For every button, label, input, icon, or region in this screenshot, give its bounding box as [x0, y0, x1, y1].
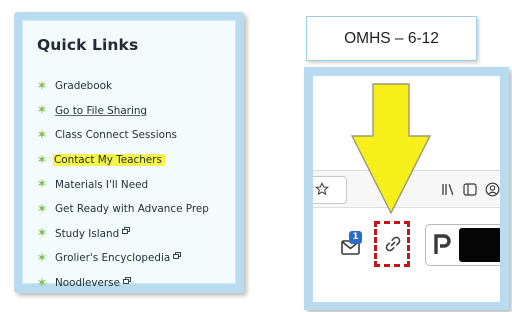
quick-link-item[interactable]: ✶ Go to File Sharing: [35, 99, 209, 124]
quick-link-label[interactable]: Materials I'll Need: [55, 179, 148, 191]
star-icon: ✶: [36, 275, 48, 291]
star-icon: ✶: [36, 177, 48, 193]
school-label-text: OMHS – 6-12: [344, 29, 439, 47]
browser-toolbar-screenshot: 1: [304, 67, 509, 310]
external-window-icon: [122, 227, 131, 235]
star-icon: ✶: [36, 250, 48, 266]
quick-link-item[interactable]: ✶ Get Ready with Advance Prep: [35, 197, 209, 222]
external-window-icon: [123, 276, 131, 284]
quick-links-list: ✶ Gradebook ✶ Go to File Sharing ✶ Class Conn…: [35, 74, 209, 295]
star-icon: ✶: [36, 226, 48, 242]
quick-link-label[interactable]: Class Connect Sessions: [55, 129, 177, 141]
quick-link-item[interactable]: ✶ Gradebook: [35, 74, 209, 99]
star-icon: ✶: [36, 103, 48, 119]
quick-link-item[interactable]: ✶ Study Island: [35, 222, 209, 247]
quick-link-label[interactable]: Grolier's Encyclopedia: [55, 252, 170, 264]
external-window-icon: [173, 252, 182, 259]
star-icon: ✶: [36, 78, 48, 94]
quick-link-label[interactable]: Study Island: [55, 228, 119, 240]
pointer-arrow-icon: [350, 83, 432, 215]
star-icon: ✶: [36, 152, 48, 168]
browser-toolbar-crop: 1: [313, 76, 500, 302]
quick-link-item[interactable]: ✶ Grolier's Encyclopedia: [35, 246, 209, 271]
star-icon: ✶: [36, 127, 48, 143]
school-label-box: OMHS – 6-12: [306, 16, 477, 61]
quick-link-label[interactable]: Gradebook: [55, 80, 112, 92]
quick-link-label[interactable]: Go to File Sharing: [55, 105, 147, 117]
quick-link-label[interactable]: Get Ready with Advance Prep: [55, 203, 209, 215]
quick-link-label[interactable]: Contact My Teachers: [53, 154, 165, 167]
quick-link-label[interactable]: Noodleverse: [55, 277, 120, 289]
quick-link-item[interactable]: ✶ Materials I'll Need: [35, 172, 209, 197]
star-icon: ✶: [36, 201, 48, 217]
quick-link-item[interactable]: ✶ Noodleverse: [35, 271, 209, 296]
quick-link-item[interactable]: ✶ Class Connect Sessions: [35, 123, 209, 148]
quick-links-title: Quick Links: [37, 36, 139, 54]
quick-links-panel: Quick Links ✶ Gradebook ✶ Go to File Sharin…: [14, 12, 244, 293]
quick-links-card: Quick Links ✶ Gradebook ✶ Go to File Sharin…: [22, 20, 236, 290]
quick-link-item[interactable]: ✶ Contact My Teachers: [35, 148, 209, 173]
